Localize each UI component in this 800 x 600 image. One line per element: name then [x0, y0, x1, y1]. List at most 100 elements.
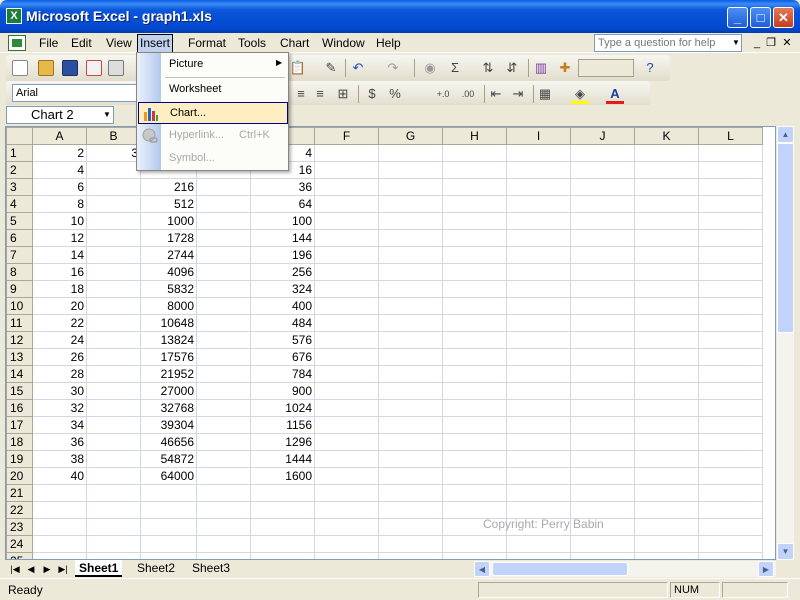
row-header[interactable]: 22	[6, 501, 33, 519]
cell-k[interactable]	[634, 467, 699, 485]
cell-d[interactable]	[196, 535, 251, 553]
cell-g[interactable]	[378, 297, 443, 315]
cell-c[interactable]	[140, 552, 197, 559]
cell-h[interactable]	[442, 314, 507, 332]
cell-h[interactable]	[442, 212, 507, 230]
cell-i[interactable]	[506, 552, 571, 559]
cell-f[interactable]	[314, 178, 379, 196]
row-header[interactable]: 10	[6, 297, 33, 315]
cell-f[interactable]	[314, 297, 379, 315]
cell-b[interactable]	[86, 450, 141, 468]
cell-i[interactable]	[506, 280, 571, 298]
document-icon[interactable]	[8, 35, 26, 51]
cell-c[interactable]: 39304	[140, 416, 197, 434]
cell-k[interactable]	[634, 382, 699, 400]
menu-item-chart[interactable]: Chart...	[138, 102, 288, 124]
column-header-i[interactable]: I	[506, 127, 571, 145]
cell-j[interactable]	[570, 501, 635, 519]
hyperlink-icon[interactable]: ◉	[421, 59, 439, 77]
cell-j[interactable]	[570, 416, 635, 434]
chevron-down-icon[interactable]: ▼	[100, 107, 114, 123]
cell-c[interactable]: 17576	[140, 348, 197, 366]
cell-c[interactable]: 8000	[140, 297, 197, 315]
cell-h[interactable]	[442, 450, 507, 468]
cell-b[interactable]	[86, 212, 141, 230]
cell-j[interactable]	[570, 365, 635, 383]
cell-a[interactable]	[32, 535, 87, 553]
cell-f[interactable]	[314, 501, 379, 519]
cell-j[interactable]	[570, 178, 635, 196]
cell-e[interactable]	[250, 484, 315, 502]
cell-f[interactable]	[314, 144, 379, 162]
cell-a[interactable]	[32, 501, 87, 519]
cell-b[interactable]	[86, 280, 141, 298]
select-all-button[interactable]	[6, 127, 33, 145]
row-header[interactable]: 15	[6, 382, 33, 400]
cell-a[interactable]	[32, 484, 87, 502]
align-right-icon[interactable]: ≡	[311, 85, 329, 103]
cell-h[interactable]	[442, 280, 507, 298]
cell-e[interactable]: 324	[250, 280, 315, 298]
row-header[interactable]: 25	[6, 552, 33, 559]
cell-l[interactable]	[698, 297, 763, 315]
cell-b[interactable]	[86, 195, 141, 213]
cell-l[interactable]	[698, 331, 763, 349]
row-header[interactable]: 21	[6, 484, 33, 502]
cell-h[interactable]	[442, 246, 507, 264]
cell-k[interactable]	[634, 246, 699, 264]
cell-l[interactable]	[698, 246, 763, 264]
cell-d[interactable]	[196, 246, 251, 264]
help-search-input[interactable]: Type a question for help	[594, 34, 742, 52]
percent-button[interactable]: %	[386, 85, 404, 103]
cell-h[interactable]	[442, 484, 507, 502]
cell-l[interactable]	[698, 229, 763, 247]
undo-icon[interactable]: ↶	[349, 59, 367, 77]
cell-a[interactable]: 20	[32, 297, 87, 315]
cell-h[interactable]	[442, 195, 507, 213]
cell-a[interactable]: 12	[32, 229, 87, 247]
row-header[interactable]: 5	[6, 212, 33, 230]
row-header[interactable]: 11	[6, 314, 33, 332]
cell-f[interactable]	[314, 416, 379, 434]
cell-b[interactable]: 3	[86, 144, 141, 162]
cell-e[interactable]	[250, 501, 315, 519]
menu-item-worksheet[interactable]: Worksheet	[138, 79, 288, 101]
cell-g[interactable]	[378, 518, 443, 536]
row-header[interactable]: 1	[6, 144, 33, 162]
cell-h[interactable]	[442, 416, 507, 434]
cell-l[interactable]	[698, 365, 763, 383]
cell-h[interactable]	[442, 229, 507, 247]
cell-e[interactable]: 1296	[250, 433, 315, 451]
cell-b[interactable]	[86, 331, 141, 349]
decrease-indent-icon[interactable]: ⇤	[487, 85, 505, 103]
cell-d[interactable]	[196, 178, 251, 196]
cell-c[interactable]	[140, 501, 197, 519]
tab-sheet1[interactable]: Sheet1	[75, 560, 123, 577]
cell-k[interactable]	[634, 144, 699, 162]
paste-icon[interactable]: 📋	[289, 59, 307, 77]
cell-g[interactable]	[378, 365, 443, 383]
cell-g[interactable]	[378, 331, 443, 349]
cell-c[interactable]: 10648	[140, 314, 197, 332]
cell-i[interactable]	[506, 144, 571, 162]
cell-d[interactable]	[196, 518, 251, 536]
cell-a[interactable]: 40	[32, 467, 87, 485]
cell-d[interactable]	[196, 348, 251, 366]
cell-h[interactable]	[442, 365, 507, 383]
row-header[interactable]: 24	[6, 535, 33, 553]
menu-view[interactable]: View	[104, 35, 134, 52]
decrease-decimal-button[interactable]: .00	[456, 85, 480, 103]
row-header[interactable]: 14	[6, 365, 33, 383]
cell-e[interactable]: 484	[250, 314, 315, 332]
cell-d[interactable]	[196, 501, 251, 519]
zoom-select[interactable]	[578, 59, 634, 77]
cell-l[interactable]	[698, 416, 763, 434]
cell-e[interactable]	[250, 535, 315, 553]
redo-icon[interactable]: ↷	[384, 59, 402, 77]
cell-a[interactable]	[32, 518, 87, 536]
row-header[interactable]: 2	[6, 161, 33, 179]
cell-d[interactable]	[196, 297, 251, 315]
cell-d[interactable]	[196, 331, 251, 349]
cell-f[interactable]	[314, 263, 379, 281]
row-header[interactable]: 18	[6, 433, 33, 451]
